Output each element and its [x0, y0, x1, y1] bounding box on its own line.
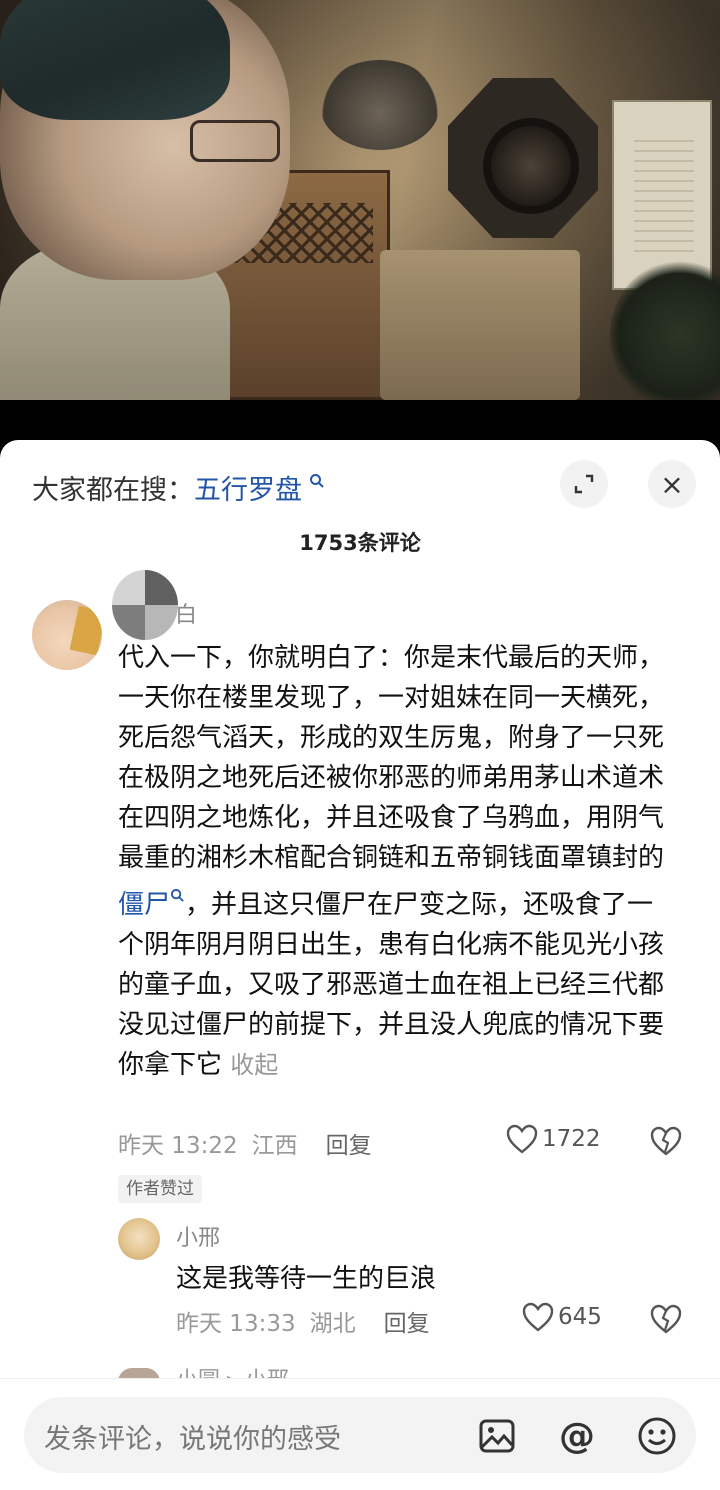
reply-text: 这是我等待一生的巨浪: [176, 1264, 437, 1294]
expand-icon: [574, 474, 594, 494]
like-count: 1722: [542, 1126, 601, 1152]
emoji-icon: [638, 1417, 676, 1455]
reply-like-count: 645: [558, 1304, 602, 1330]
mention-button[interactable]: @: [556, 1415, 598, 1457]
expand-button[interactable]: [560, 460, 608, 508]
comment-sheet: 大家都在搜：五行罗盘 × 1753条评论 白 代入一下，你就明白了：你是末代最后…: [0, 440, 720, 1490]
reply-location: 湖北: [309, 1311, 356, 1337]
comment-text-part-1: 代入一下，你就明白了：你是末代最后的天师，一天你在楼里发现了，一对姐妹在同一天横…: [118, 643, 665, 873]
at-icon: @: [559, 1415, 595, 1457]
reply-time: 昨天 13:33: [176, 1311, 296, 1337]
reply-username[interactable]: 小邢: [176, 1220, 220, 1252]
trending-keyword[interactable]: 五行罗盘: [194, 475, 302, 506]
comment-text: 代入一下，你就明白了：你是末代最后的天师，一天你在楼里发现了，一对姐妹在同一天横…: [118, 638, 678, 1085]
reply-meta: 昨天 13:33 湖北 回复: [176, 1304, 444, 1338]
collapse-link[interactable]: 收起: [230, 1051, 278, 1079]
search-icon: [304, 474, 325, 494]
comment-meta: 昨天 13:22 江西 回复: [118, 1126, 386, 1160]
video-player[interactable]: [0, 0, 720, 400]
reply-reply-button[interactable]: 回复: [384, 1311, 430, 1337]
comment-text-part-2: ，并且这只僵尸在尸变之际，还吸食了一个阴年阴月阴日出生，患有白化病不能见光小孩的…: [118, 890, 665, 1080]
comment-placeholder: 发条评论，说说你的感受: [44, 1424, 341, 1455]
trending-prefix: 大家都在搜：: [32, 475, 194, 506]
comment-count: 1753条评论: [299, 531, 421, 555]
trending-search[interactable]: 大家都在搜：五行罗盘: [32, 468, 325, 507]
reply-avatar[interactable]: [118, 1218, 160, 1260]
close-icon: ×: [660, 467, 684, 501]
broken-heart-icon: [650, 1304, 682, 1334]
heart-icon: [506, 1124, 538, 1154]
comment-time: 昨天 13:22: [118, 1133, 238, 1159]
reply-button[interactable]: 回复: [326, 1133, 372, 1159]
image-button[interactable]: [476, 1415, 518, 1457]
comment-input-bar: 发条评论，说说你的感受 @: [0, 1378, 720, 1490]
comment-input[interactable]: 发条评论，说说你的感受 @: [24, 1397, 696, 1473]
video-bagua-mirror: [448, 78, 598, 238]
video-person-glasses: [190, 120, 280, 162]
broken-heart-icon: [650, 1126, 682, 1156]
reply-like-button[interactable]: 645: [522, 1302, 602, 1332]
like-button[interactable]: 1722: [506, 1124, 601, 1154]
search-icon: [170, 888, 185, 907]
video-person-hair: [0, 0, 230, 120]
comment-location: 江西: [251, 1133, 298, 1159]
username-tail[interactable]: 白: [175, 597, 197, 629]
author-liked-badge: 作者赞过: [118, 1175, 202, 1203]
heart-icon: [522, 1302, 554, 1332]
search-link[interactable]: 僵尸: [118, 890, 170, 920]
avatar[interactable]: [32, 600, 102, 670]
video-books: [380, 250, 580, 400]
reply-dislike-button[interactable]: [650, 1304, 682, 1338]
emoji-button[interactable]: [636, 1415, 678, 1457]
blurred-username: [112, 570, 178, 640]
dislike-button[interactable]: [650, 1126, 682, 1160]
video-eagle-statue: [320, 60, 440, 150]
image-icon: [479, 1419, 515, 1453]
close-button[interactable]: ×: [648, 460, 696, 508]
